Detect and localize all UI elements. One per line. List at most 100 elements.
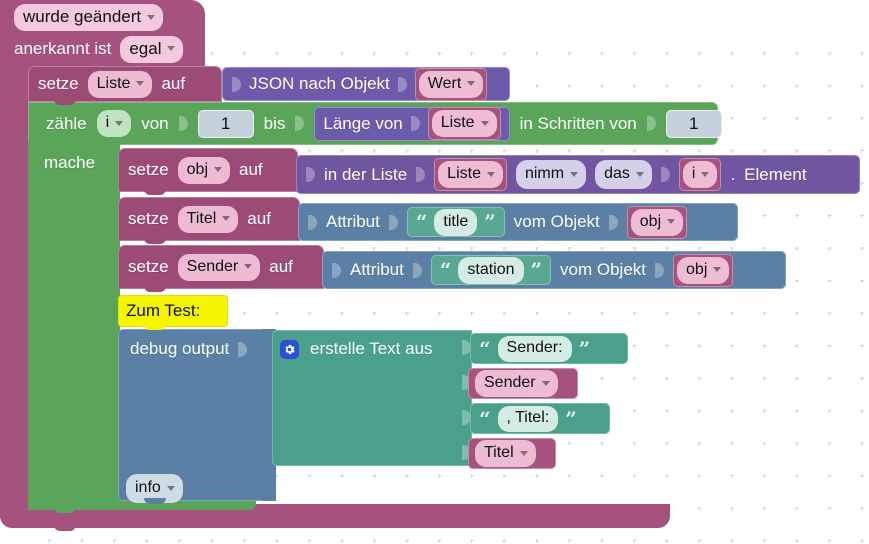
wert-variable-block[interactable]: Wert [414, 67, 488, 101]
set-titel-variable: Titel [186, 209, 217, 227]
attribute-station-object-value: obj [686, 260, 708, 278]
json-to-object-block[interactable]: JSON nach Objekt Wert [222, 67, 510, 101]
list-get-which-dropdown[interactable]: das [595, 160, 652, 189]
chevron-down-icon [519, 450, 528, 456]
list-get-block[interactable]: in der Liste Liste nimm das i . Element [296, 155, 860, 194]
list-get-list-dropdown[interactable]: Liste [438, 161, 503, 188]
value-plug [646, 114, 656, 133]
value-plug [332, 261, 341, 280]
quote-open-icon: “ [415, 210, 428, 234]
wert-value: Wert [427, 74, 462, 92]
gear-icon[interactable] [280, 339, 299, 359]
statement-notch [144, 238, 166, 244]
value-plug [660, 165, 670, 184]
statement-notch [54, 525, 76, 531]
quote-close-icon: ” [565, 406, 577, 431]
set-liste-set-label: setze [38, 74, 79, 93]
for-loop-count-label: zähle [46, 113, 87, 133]
set-liste-to-label: auf [161, 74, 186, 93]
set-liste-variable: Liste [96, 74, 131, 92]
blocks-layer: wurde geändert anerkannt ist egal setze … [0, 0, 869, 544]
list-get-list-variable-block[interactable]: Liste [434, 158, 507, 191]
quote-open-icon: “ [479, 336, 491, 361]
create-text-item-1-dropdown[interactable]: Sender [475, 370, 558, 397]
value-plug [238, 340, 248, 359]
chevron-down-icon [115, 120, 124, 126]
set-obj-variable-dropdown[interactable]: obj [177, 156, 230, 184]
chevron-down-icon [244, 264, 253, 269]
list-get-index-dropdown[interactable]: i [682, 161, 718, 188]
attribute-station-text-input[interactable]: station [458, 256, 524, 284]
for-loop-variable-dropdown[interactable]: i [96, 110, 132, 137]
set-obj-to-label: auf [239, 160, 263, 179]
attribute-title-text-input[interactable]: title [434, 208, 478, 236]
attribute-title-object-dropdown[interactable]: obj [630, 208, 684, 236]
create-text-item-0[interactable]: “ Sender: ” [470, 333, 628, 364]
set-obj-set-label: setze [128, 160, 169, 179]
for-loop-from-number-block[interactable]: 1 [197, 109, 254, 138]
create-text-item-1-value: Sender [484, 374, 536, 391]
attribute-title-text-block[interactable]: “ title ” [406, 207, 505, 237]
create-text-header: erstelle Text aus [280, 334, 470, 364]
wert-dropdown[interactable]: Wert [418, 70, 484, 98]
list-get-take-dropdown[interactable]: nimm [515, 160, 587, 189]
event-ack-dropdown[interactable]: egal [120, 35, 184, 63]
statement-notch [54, 507, 76, 513]
create-text-item-2-input[interactable]: , Titel: [497, 405, 559, 432]
list-get-list-value: Liste [447, 165, 481, 182]
statement-notch [144, 189, 166, 195]
create-text-item-2-value: , Titel: [506, 409, 550, 426]
set-obj-row: setze obj auf [118, 148, 298, 192]
create-text-item-0-input[interactable]: Sender: [497, 335, 572, 362]
list-get-index-variable-block[interactable]: i [678, 158, 722, 191]
create-text-item-1[interactable]: Sender [468, 368, 578, 399]
set-obj-variable: obj [186, 160, 208, 178]
attribute-title-object-value: obj [639, 212, 662, 230]
attribute-station-object-variable-block[interactable]: obj [673, 253, 734, 287]
value-plug [397, 75, 407, 94]
value-plug [232, 75, 241, 94]
value-plug [388, 213, 398, 232]
attribute-title-block[interactable]: Attribut “ title ” vom Objekt obj [298, 203, 738, 241]
value-plug [295, 114, 305, 133]
comment-text: Zum Test: [126, 301, 201, 320]
for-loop-spine [28, 140, 120, 510]
value-plug [306, 165, 315, 184]
set-sender-variable: Sender [186, 257, 239, 275]
for-loop-do-label-wrap: mache [44, 153, 124, 179]
json-to-object-label: JSON nach Objekt [249, 74, 390, 93]
chevron-down-icon [136, 81, 145, 86]
attribute-title-object-variable-block[interactable]: obj [626, 205, 688, 239]
chevron-down-icon [701, 171, 710, 177]
liste-variable-block[interactable]: Liste [427, 107, 501, 140]
attribute-station-text-block[interactable]: “ station ” [430, 255, 552, 285]
value-plug [608, 213, 618, 232]
create-text-item-3-dropdown[interactable]: Titel [475, 440, 536, 467]
event-trigger-dropdown[interactable]: wurde geändert [14, 4, 164, 31]
for-loop-step-number-block[interactable]: 1 [665, 109, 722, 138]
set-sender-variable-dropdown[interactable]: Sender [177, 253, 261, 281]
length-of-block[interactable]: Länge von Liste [314, 106, 510, 141]
set-titel-set-label: setze [128, 209, 169, 228]
attribute-station-object-dropdown[interactable]: obj [677, 256, 730, 284]
quote-close-icon: ” [530, 258, 543, 282]
debug-output-label-wrap: debug output [130, 335, 280, 363]
chevron-down-icon [486, 171, 495, 177]
for-loop-from-value: 1 [220, 113, 231, 133]
value-plug [410, 114, 420, 133]
attribute-title-of-object-label: vom Objekt [513, 212, 600, 231]
set-sender-row: setze Sender auf [118, 245, 324, 289]
set-titel-row: setze Titel auf [118, 197, 300, 241]
comment-block[interactable]: Zum Test: [118, 295, 228, 327]
liste-dropdown[interactable]: Liste [431, 110, 497, 137]
create-text-item-3[interactable]: Titel [468, 438, 556, 469]
set-sender-to-label: auf [269, 257, 293, 276]
chevron-down-icon [214, 167, 222, 172]
set-titel-variable-dropdown[interactable]: Titel [177, 205, 239, 233]
create-text-item-2[interactable]: “ , Titel: ” [470, 403, 610, 434]
statement-notch [54, 99, 76, 105]
list-get-suffix-label: . [730, 164, 736, 184]
set-liste-variable-dropdown[interactable]: Liste [87, 70, 153, 98]
attribute-station-block[interactable]: Attribut “ station ” vom Objekt obj [322, 251, 786, 289]
attribute-station-text-value: station [467, 260, 515, 278]
